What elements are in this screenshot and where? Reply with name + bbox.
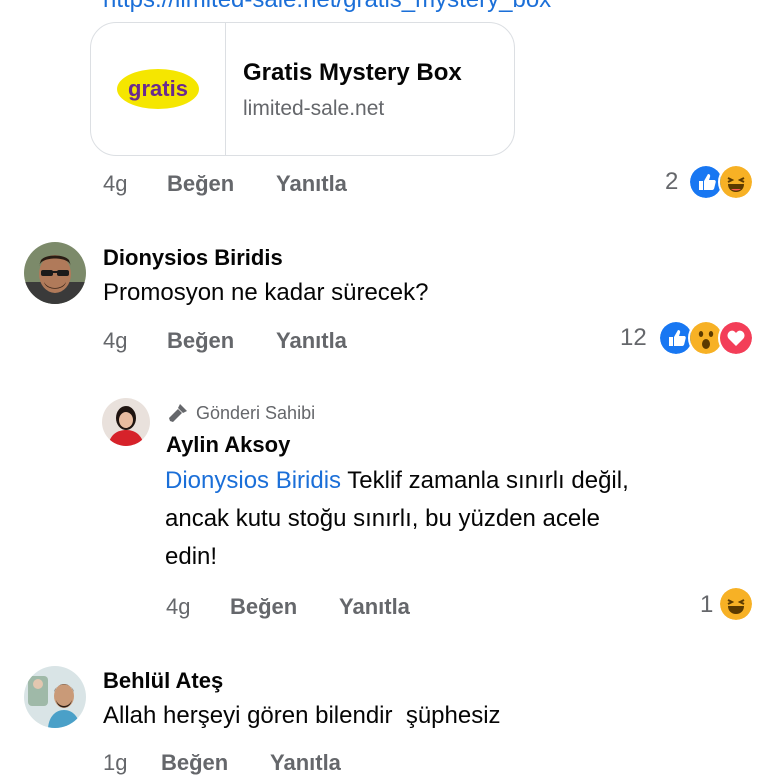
reactions-summary[interactable] [658,320,758,356]
avatar-dionysios [24,242,86,304]
reply-button[interactable]: Yanıtla [276,328,347,354]
link-preview-domain: limited-sale.net [243,97,385,120]
microphone-icon [169,404,187,422]
reactions-summary[interactable] [688,164,758,200]
comment-author[interactable]: Dionysios Biridis [103,245,283,271]
comment-text-line: ancak kutu stoğu sınırlı, bu yüzden acel… [165,505,600,532]
mention-link[interactable]: Dionysios Biridis [165,467,341,494]
like-button[interactable]: Beğen [161,750,228,776]
haha-icon [718,586,754,622]
reaction-count[interactable]: 1 [700,591,713,619]
comment-author[interactable]: Behlül Ateş [103,668,223,694]
comment-time: 4g [103,328,128,353]
haha-icon [718,164,754,200]
comment-time: 1g [103,750,128,775]
comment-time: 4g [166,594,191,619]
comment-text: Allah herşeyi gören bilendir şüphesiz [103,702,501,729]
love-icon [718,320,754,356]
reply-button[interactable]: Yanıtla [339,594,410,620]
link-preview-thumbnail: gratis [91,23,226,155]
like-button[interactable]: Beğen [230,594,297,620]
like-button[interactable]: Beğen [167,328,234,354]
avatar[interactable] [24,242,86,304]
avatar[interactable] [102,398,150,446]
post-link-url[interactable]: https://limited-sale.net/gratis_mystery_… [103,0,551,14]
comment-text-line: Teklif zamanla sınırlı değil, [341,467,629,494]
gratis-logo: gratis [117,69,199,109]
avatar-aylin [102,398,150,446]
post-author-badge: Gönderi Sahibi [166,402,315,424]
comment-time: 4g [103,171,128,196]
reactions-summary[interactable] [718,586,758,622]
gratis-logo-text: gratis [128,76,188,101]
link-preview-title: Gratis Mystery Box [243,59,462,86]
reaction-count[interactable]: 2 [665,168,678,196]
reply-button[interactable]: Yanıtla [276,171,347,197]
comment-author[interactable]: Aylin Aksoy [166,432,290,458]
comment-text: Dionysios Biridis Teklif zamanla sınırlı… [165,462,629,500]
like-button[interactable]: Beğen [167,171,234,197]
reply-button[interactable]: Yanıtla [270,750,341,776]
avatar[interactable] [24,666,86,728]
reaction-count[interactable]: 12 [620,324,647,352]
comment-text: Promosyon ne kadar sürecek? [103,279,429,306]
comment-text-line: edin! [165,543,218,570]
post-author-badge-label: Gönderi Sahibi [196,402,316,423]
link-preview-card[interactable]: gratis Gratis Mystery Box limited-sale.n… [90,22,515,156]
avatar-behlul [24,666,86,728]
